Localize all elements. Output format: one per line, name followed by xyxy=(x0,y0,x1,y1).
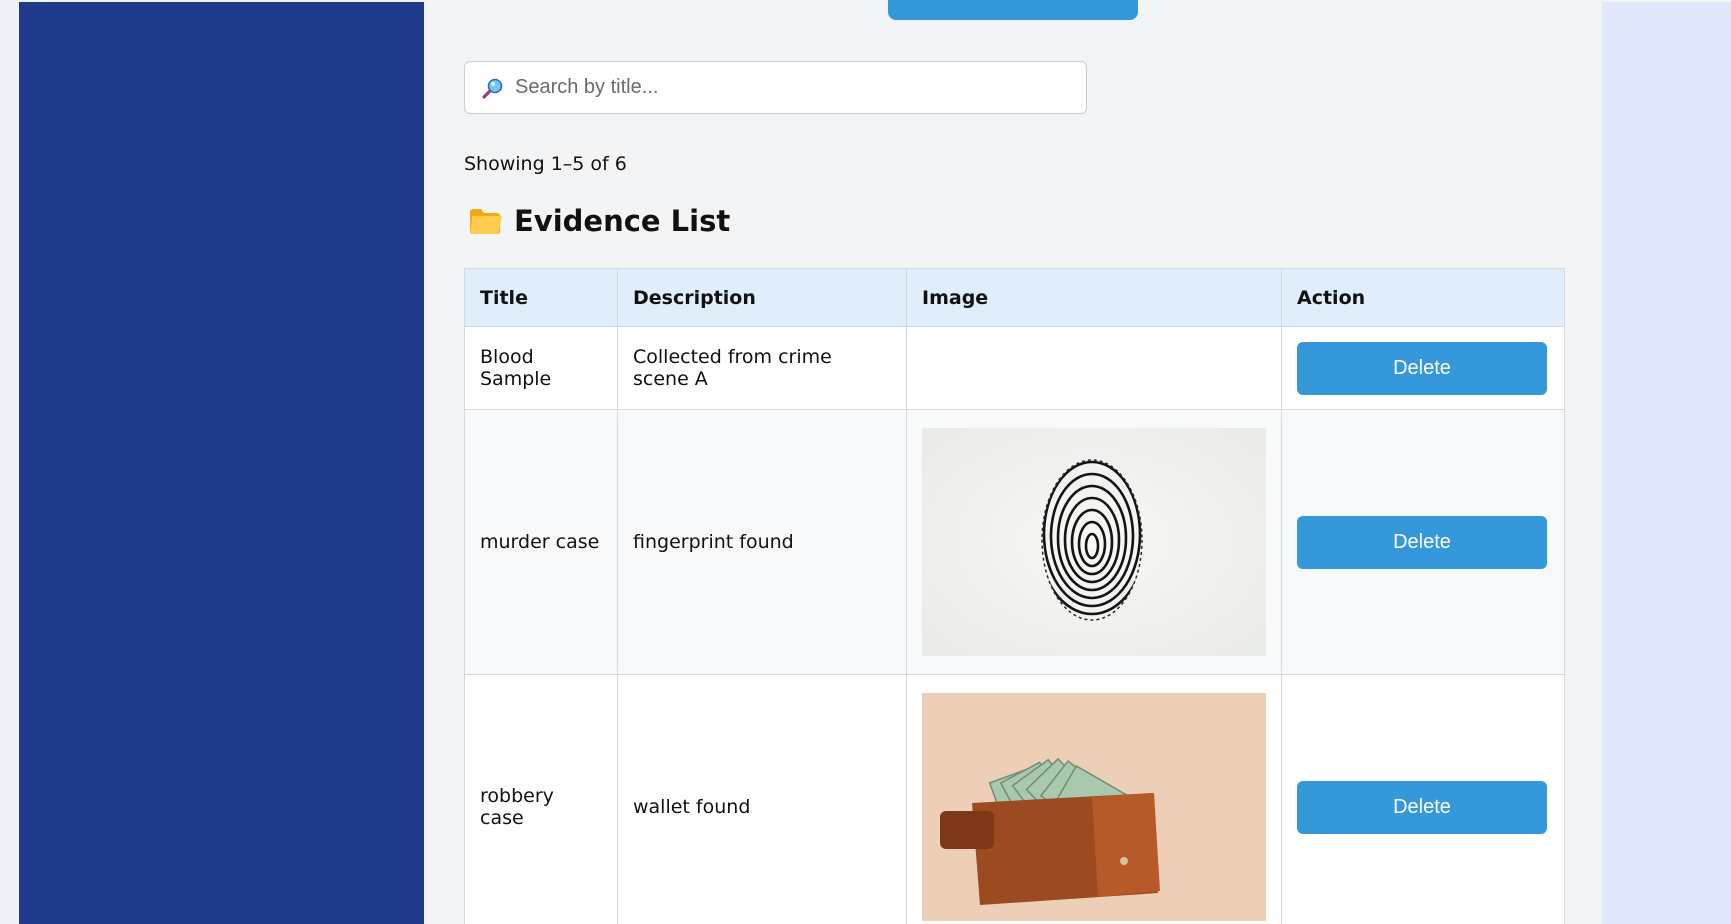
wallet-image xyxy=(922,693,1266,921)
evidence-list-heading: Evidence List xyxy=(464,204,730,238)
evidence-table: Title Description Image Action Blood Sam… xyxy=(464,268,1565,924)
table-header-row: Title Description Image Action xyxy=(464,268,1565,327)
table-row: murder case fingerprint found Delete xyxy=(464,409,1565,675)
cell-description: Collected from crime scene A xyxy=(617,326,907,410)
right-panel xyxy=(1602,2,1731,924)
fingerprint-image xyxy=(922,428,1266,656)
evidence-list-title: Evidence List xyxy=(514,204,731,238)
sidebar xyxy=(19,2,424,924)
left-gutter xyxy=(0,0,19,924)
delete-button[interactable]: Delete xyxy=(1297,341,1547,395)
column-header-action: Action xyxy=(1281,268,1565,327)
search-icon xyxy=(482,78,503,99)
cell-title: Blood Sample xyxy=(464,326,618,410)
cell-action: Delete xyxy=(1281,674,1565,924)
search-box[interactable] xyxy=(464,61,1087,114)
main-content: Showing 1–5 of 6 Evidence List Title Des… xyxy=(424,0,1602,924)
table-row: Blood Sample Collected from crime scene … xyxy=(464,326,1565,410)
search-input[interactable] xyxy=(513,75,1077,100)
cell-action: Delete xyxy=(1281,326,1565,410)
pagination-summary: Showing 1–5 of 6 xyxy=(464,153,627,175)
cell-image xyxy=(906,674,1282,924)
cell-description: wallet found xyxy=(617,674,907,924)
cell-action: Delete xyxy=(1281,409,1565,675)
cell-image xyxy=(906,326,1282,410)
delete-button[interactable]: Delete xyxy=(1297,780,1547,834)
cell-title: robbery case xyxy=(464,674,618,924)
column-header-description: Description xyxy=(617,268,907,327)
column-header-title: Title xyxy=(464,268,618,327)
table-row: robbery case wallet found Delete xyxy=(464,674,1565,924)
column-header-image: Image xyxy=(906,268,1282,327)
top-action-button[interactable] xyxy=(888,0,1138,20)
folder-icon xyxy=(470,209,502,234)
cell-description: fingerprint found xyxy=(617,409,907,675)
delete-button[interactable]: Delete xyxy=(1297,515,1547,569)
cell-title: murder case xyxy=(464,409,618,675)
cell-image xyxy=(906,409,1282,675)
